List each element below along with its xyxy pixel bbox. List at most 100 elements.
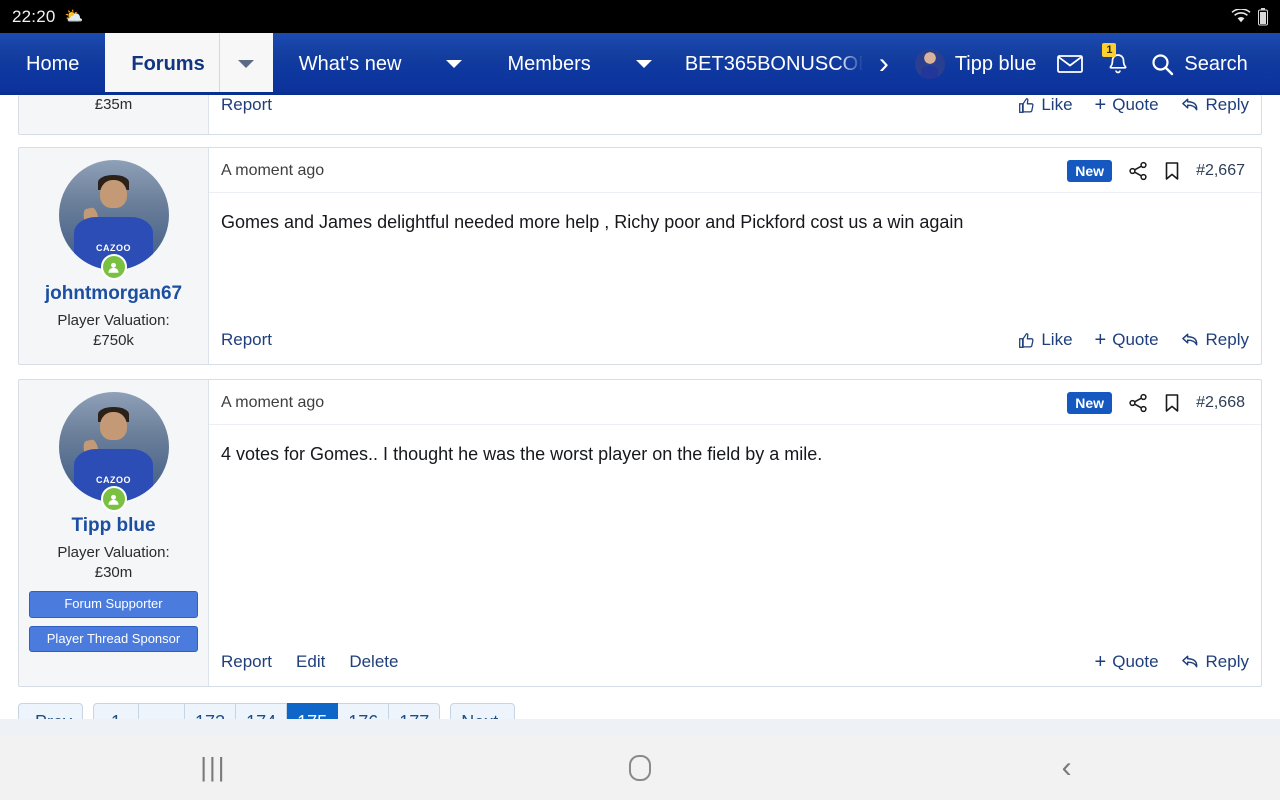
nav-whats-new-dropdown-toggle[interactable] <box>427 33 481 95</box>
post-author-name[interactable]: Tipp blue <box>29 516 198 537</box>
post-clipped-user-sidebar: £35m <box>19 95 209 134</box>
plus-icon: + <box>1095 95 1107 115</box>
like-button[interactable]: Like <box>1018 330 1072 350</box>
search-icon <box>1150 52 1174 76</box>
player-valuation-label: Player Valuation: <box>29 543 198 563</box>
edit-link[interactable]: Edit <box>296 652 325 672</box>
quote-button[interactable]: + Quote <box>1095 95 1159 115</box>
post-main: A moment ago New <box>209 380 1261 686</box>
nav-members-dropdown-toggle[interactable] <box>617 33 671 95</box>
player-valuation-value: £30m <box>29 563 198 583</box>
envelope-icon <box>1057 54 1083 74</box>
like-button[interactable]: Like <box>1018 95 1072 115</box>
nav-forums-dropdown-toggle[interactable] <box>219 33 273 95</box>
home-icon <box>629 755 651 781</box>
page-bottom-strip <box>0 719 1280 735</box>
like-label: Like <box>1041 330 1072 350</box>
quote-label: Quote <box>1112 330 1158 350</box>
nav-search-label: Search <box>1184 53 1247 76</box>
android-status-bar: 22:20 ⛅ <box>0 0 1280 33</box>
user-ribbon-player-thread-sponsor: Player Thread Sponsor <box>29 626 198 652</box>
home-button[interactable] <box>427 755 854 781</box>
player-valuation-value: £750k <box>29 331 198 351</box>
battery-icon <box>1258 8 1268 26</box>
nav-promo-link[interactable]: BET365BONUSCODE <box>685 33 863 95</box>
back-icon: ‹ <box>1062 751 1072 785</box>
nav-item-whats-new[interactable]: What's new <box>273 33 428 95</box>
post-author-name[interactable]: johntmorgan67 <box>29 284 198 305</box>
chevron-down-icon <box>636 60 652 68</box>
new-badge: New <box>1067 392 1112 414</box>
thumbs-up-icon <box>1018 97 1035 114</box>
nav-item-forums[interactable]: Forums <box>105 33 218 95</box>
nav-inbox-button[interactable] <box>1046 33 1094 95</box>
quote-label: Quote <box>1112 652 1158 672</box>
recents-button[interactable]: ||| <box>0 752 427 783</box>
reply-arrow-icon <box>1181 654 1200 670</box>
reply-arrow-icon <box>1181 332 1200 348</box>
wifi-icon <box>1231 9 1251 24</box>
nav-search-button[interactable]: Search <box>1142 33 1267 95</box>
post-header: A moment ago New <box>209 148 1261 193</box>
report-link[interactable]: Report <box>221 652 272 672</box>
plus-icon: + <box>1095 652 1107 672</box>
post-clipped-valuation-value: £35m <box>29 95 198 115</box>
share-icon[interactable] <box>1128 393 1148 413</box>
nav-item-members[interactable]: Members <box>481 33 616 95</box>
post-body: Gomes and James delightful needed more h… <box>209 193 1261 320</box>
android-navigation-bar: ||| ‹ <box>0 735 1280 800</box>
post-number[interactable]: #2,667 <box>1196 162 1245 180</box>
share-icon[interactable] <box>1128 161 1148 181</box>
like-label: Like <box>1041 95 1072 115</box>
chevron-right-icon[interactable]: › <box>863 33 905 95</box>
post-body: 4 votes for Gomes.. I thought he was the… <box>209 425 1261 642</box>
reply-label: Reply <box>1206 330 1249 350</box>
status-bar-right <box>1231 8 1268 26</box>
nav-account-menu[interactable]: Tipp blue <box>905 33 1047 95</box>
post-clipped: £35m Report Like + Qu <box>18 95 1262 135</box>
bookmark-icon[interactable] <box>1164 161 1180 181</box>
online-status-icon <box>101 486 127 512</box>
alerts-count-badge: 1 <box>1102 43 1116 57</box>
post-main: A moment ago New <box>209 148 1261 364</box>
report-link[interactable]: Report <box>221 330 272 350</box>
avatar[interactable] <box>59 160 169 270</box>
sun-cloud-icon: ⛅ <box>65 9 84 24</box>
post-timestamp[interactable]: A moment ago <box>221 394 324 412</box>
quote-button[interactable]: + Quote <box>1095 330 1159 350</box>
recents-icon: ||| <box>200 752 226 783</box>
post-item: johntmorgan67 Player Valuation: £750k A … <box>18 147 1262 365</box>
chevron-down-icon <box>238 60 254 68</box>
user-avatar <box>915 49 945 79</box>
forum-top-navigation: Home Forums What's new Members BET365BON… <box>0 33 1280 95</box>
chevron-down-icon <box>446 60 462 68</box>
user-ribbon-forum-supporter: Forum Supporter <box>29 591 198 617</box>
thumbs-up-icon <box>1018 332 1035 349</box>
bookmark-icon[interactable] <box>1164 393 1180 413</box>
avatar-head <box>100 180 126 209</box>
post-clipped-main: Report Like + Quote <box>209 95 1261 134</box>
status-time: 22:20 <box>12 7 56 27</box>
nav-alerts-button[interactable]: 1 <box>1094 33 1142 95</box>
quote-button[interactable]: + Quote <box>1095 652 1159 672</box>
thread-page: £35m Report Like + Qu <box>0 95 1280 735</box>
avatar[interactable] <box>59 392 169 502</box>
post-header: A moment ago New <box>209 380 1261 425</box>
report-link[interactable]: Report <box>221 95 272 115</box>
post-timestamp[interactable]: A moment ago <box>221 162 324 180</box>
post-user-sidebar: Tipp blue Player Valuation: £30m Forum S… <box>19 380 209 686</box>
reply-label: Reply <box>1206 95 1249 115</box>
reply-button[interactable]: Reply <box>1181 652 1249 672</box>
reply-button[interactable]: Reply <box>1181 95 1249 115</box>
delete-link[interactable]: Delete <box>349 652 398 672</box>
player-valuation-label: Player Valuation: <box>29 311 198 331</box>
plus-icon: + <box>1095 330 1107 350</box>
nav-item-home[interactable]: Home <box>0 33 105 95</box>
online-status-icon <box>101 254 127 280</box>
new-badge: New <box>1067 160 1112 182</box>
post-number[interactable]: #2,668 <box>1196 394 1245 412</box>
reply-button[interactable]: Reply <box>1181 330 1249 350</box>
post-footer: Report Like + Quote <box>209 320 1261 364</box>
back-button[interactable]: ‹ <box>853 751 1280 785</box>
avatar-head <box>100 412 126 441</box>
